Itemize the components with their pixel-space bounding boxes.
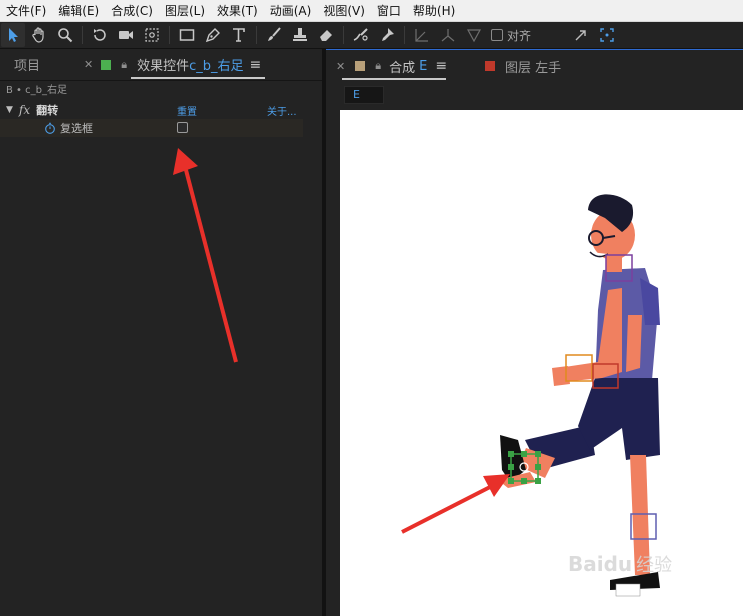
menu-composition[interactable]: 合成(C) bbox=[105, 0, 159, 22]
active-tab-indicator bbox=[342, 78, 446, 80]
checkbox-input[interactable] bbox=[177, 122, 188, 133]
menu-bar: 文件(F) 编辑(E) 合成(C) 图层(L) 效果(T) 动画(A) 视图(V… bbox=[0, 0, 743, 22]
local-axis-icon[interactable] bbox=[410, 23, 434, 47]
eraser-tool-icon[interactable] bbox=[314, 23, 338, 47]
toolbar-divider bbox=[256, 26, 257, 44]
toolbar-divider bbox=[82, 26, 83, 44]
panel-menu-icon[interactable]: ≡ bbox=[435, 58, 447, 74]
camera-tool-icon[interactable] bbox=[114, 23, 138, 47]
snap-target-icon[interactable] bbox=[595, 23, 619, 47]
menu-window[interactable]: 窗口 bbox=[371, 0, 407, 22]
hand-tool-icon[interactable] bbox=[27, 23, 51, 47]
snap-label: 对齐 bbox=[507, 28, 532, 43]
menu-edit[interactable]: 编辑(E) bbox=[52, 0, 105, 22]
type-tool-icon[interactable] bbox=[227, 23, 251, 47]
panel-menu-icon[interactable]: ≡ bbox=[250, 57, 262, 73]
clone-stamp-tool-icon[interactable] bbox=[288, 23, 312, 47]
composition-navigator: E bbox=[326, 82, 743, 108]
effect-header-row[interactable]: ▼ fx 翻转 重置 关于... bbox=[0, 101, 303, 119]
menu-layer[interactable]: 图层(L) bbox=[159, 0, 211, 22]
selection-tool-icon[interactable] bbox=[1, 23, 25, 47]
snap-arrow-icon[interactable] bbox=[569, 23, 593, 47]
breadcrumb: B • c_b_右足 bbox=[6, 85, 67, 96]
tab-effect-controls[interactable]: 效果控件 bbox=[137, 55, 189, 74]
lock-icon[interactable]: 🔒︎ bbox=[121, 58, 127, 72]
effect-controls-panel: 项目 ✕ 🔒︎ 效果控件 c_b_右足 ≡ B • c_b_右足 ▼ fx 翻转… bbox=[0, 49, 322, 616]
layer-color-swatch bbox=[485, 61, 496, 71]
comp-color-swatch bbox=[355, 61, 366, 71]
composition-name: E bbox=[419, 58, 428, 74]
stopwatch-icon[interactable] bbox=[44, 122, 56, 134]
rotate-tool-icon[interactable] bbox=[88, 23, 112, 47]
tab-layer[interactable]: 图层 左手 bbox=[505, 57, 561, 76]
menu-help[interactable]: 帮助(H) bbox=[407, 0, 461, 22]
tab-composition[interactable]: 合成 bbox=[389, 57, 415, 76]
reset-link[interactable]: 重置 bbox=[177, 103, 197, 118]
pen-tool-icon[interactable] bbox=[201, 23, 225, 47]
about-link[interactable]: 关于... bbox=[267, 103, 297, 118]
roto-brush-tool-icon[interactable] bbox=[349, 23, 373, 47]
tab-project[interactable]: 项目 bbox=[14, 55, 40, 74]
composition-panel: ✕ 🔒︎ 合成 E ≡ 图层 左手 E bbox=[326, 49, 743, 616]
tools-toolbar: 对齐 bbox=[0, 22, 743, 49]
toolbar-divider bbox=[343, 26, 344, 44]
menu-animation[interactable]: 动画(A) bbox=[264, 0, 318, 22]
disclosure-triangle-icon[interactable]: ▼ bbox=[6, 105, 13, 115]
close-icon[interactable]: ✕ bbox=[336, 60, 345, 73]
lock-icon[interactable]: 🔒︎ bbox=[375, 59, 381, 73]
right-panel-tabs: ✕ 🔒︎ 合成 E ≡ 图层 左手 bbox=[326, 50, 743, 82]
close-icon[interactable]: ✕ bbox=[84, 58, 93, 71]
watermark-text: 经验 bbox=[636, 555, 673, 576]
view-axis-icon[interactable] bbox=[462, 23, 486, 47]
rectangle-tool-icon[interactable] bbox=[175, 23, 199, 47]
character-artwork bbox=[498, 194, 660, 597]
menu-view[interactable]: 视图(V) bbox=[317, 0, 371, 22]
composition-viewer[interactable] bbox=[340, 110, 743, 616]
fx-icon[interactable]: fx bbox=[19, 103, 30, 117]
menu-effect[interactable]: 效果(T) bbox=[211, 0, 264, 22]
active-tab-indicator bbox=[131, 77, 265, 79]
world-axis-icon[interactable] bbox=[436, 23, 460, 47]
comp-breadcrumb-chip[interactable]: E bbox=[344, 86, 384, 104]
watermark-brand: Baidu bbox=[568, 552, 633, 576]
effect-name: 翻转 bbox=[36, 104, 59, 117]
toolbar-divider bbox=[169, 26, 170, 44]
property-label: 复选框 bbox=[60, 122, 93, 135]
puppet-tool-icon[interactable] bbox=[375, 23, 399, 47]
toolbar-divider bbox=[404, 26, 405, 44]
property-row: 复选框 bbox=[0, 119, 303, 137]
zoom-tool-icon[interactable] bbox=[53, 23, 77, 47]
pan-behind-tool-icon[interactable] bbox=[140, 23, 164, 47]
snap-toggle[interactable]: 对齐 bbox=[491, 27, 531, 44]
effect-controls-layer-name: c_b_右足 bbox=[189, 59, 244, 74]
watermark: Baidu 经验 bbox=[568, 551, 672, 577]
label-color-swatch bbox=[101, 59, 112, 70]
menu-file[interactable]: 文件(F) bbox=[0, 0, 52, 22]
brush-tool-icon[interactable] bbox=[262, 23, 286, 47]
left-panel-tabs: 项目 ✕ 🔒︎ 效果控件 c_b_右足 ≡ bbox=[0, 49, 322, 81]
snap-checkbox[interactable] bbox=[491, 29, 503, 41]
